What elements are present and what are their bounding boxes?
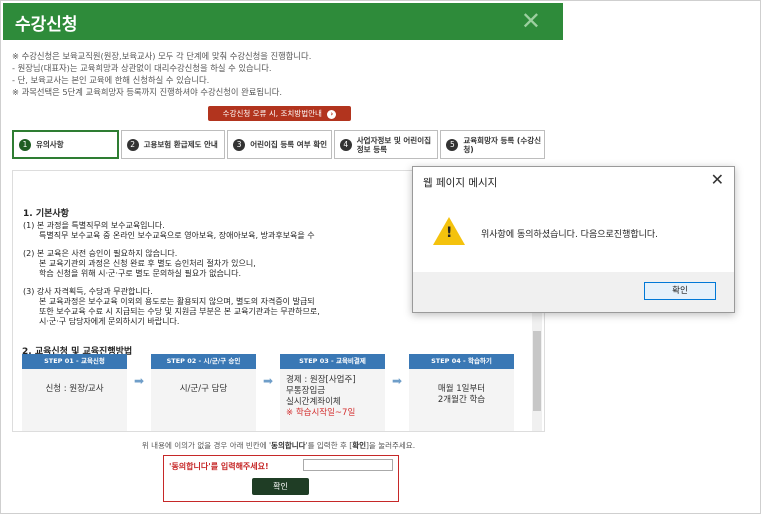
error-guide-button[interactable]: 수강신청 오류 시, 조치방법안내 › bbox=[208, 106, 351, 121]
note-line: - 원장님(대표자)는 교육희망과 상관없이 대리수강신청을 하실 수 있습니다… bbox=[12, 63, 272, 73]
message-dialog: 웹 페이지 메시지 ✕ ! 위사항에 동의하셨습니다. 다음으로진행합니다. 확… bbox=[412, 166, 735, 313]
step-desc: 시/군/구 담당 bbox=[179, 384, 228, 394]
tab-label: 교육희망자 등록 (수강신청) bbox=[463, 135, 542, 154]
dialog-title: 웹 페이지 메시지 bbox=[423, 177, 498, 189]
step-desc-line: 경제 : 원장[사업주] bbox=[286, 375, 356, 385]
basics-item: (2) 본 교육은 사전 승인이 필요하지 않습니다. bbox=[23, 249, 178, 258]
tab-step-1[interactable]: 1 유의사항 bbox=[12, 130, 119, 159]
tab-label: 유의사항 bbox=[36, 140, 64, 149]
step-title: STEP 02 - 시/군/구 승인 bbox=[151, 354, 256, 369]
close-icon[interactable]: ✕ bbox=[521, 7, 541, 35]
step-desc-line: 무통장입금 bbox=[286, 386, 326, 396]
step-desc: 신청 : 원장/교사 bbox=[45, 384, 104, 394]
tab-step-3[interactable]: 3 어린이집 등록 여부 확인 bbox=[227, 130, 332, 159]
agreement-instruction: 위 내용에 이의가 없을 경우 아래 빈칸에 '동의합니다'를 입력한 후 [확… bbox=[12, 440, 545, 451]
step-number: 2 bbox=[126, 138, 139, 151]
tab-step-4[interactable]: 4 사업자정보 및 어린이집 정보 등록 bbox=[333, 130, 439, 159]
notes: ※ 수강신청은 보육교직원(원장,보육교사) 모두 각 단계에 맞춰 수강신청을… bbox=[12, 50, 557, 98]
step-card: STEP 02 - 시/군/구 승인 시/군/구 담당 bbox=[151, 354, 256, 431]
instruction-text: ]을 눌러주세요. bbox=[366, 441, 416, 450]
step-desc-note: ※ 학습시작일~7일 bbox=[286, 408, 356, 418]
basics-item-detail: 학습 신청을 위해 시·군·구로 별도 문의하실 필요가 없습니다. bbox=[39, 269, 242, 278]
header-bar: 수강신청 ✕ bbox=[3, 3, 563, 40]
step-number: 5 bbox=[446, 138, 459, 151]
instruction-text: 위 내용에 이의가 없을 경우 아래 빈칸에 ' bbox=[141, 441, 272, 450]
agreement-box: '동의합니다'를 입력해주세요! 확인 bbox=[163, 455, 399, 502]
section-heading: 1. 기본사항 bbox=[23, 209, 69, 219]
basics-item: (3) 강사 자격획득, 수당과 무관합니다. bbox=[23, 287, 153, 296]
basics-item-detail: 본 교육과정은 보수교육 이외의 용도로는 활용되지 않으며, 별도의 자격증이… bbox=[39, 297, 315, 306]
error-guide-label: 수강신청 오류 시, 조치방법안내 bbox=[222, 109, 322, 118]
chevron-right-icon: › bbox=[327, 109, 337, 119]
step-number: 1 bbox=[19, 138, 31, 151]
step-title: STEP 04 - 학습하기 bbox=[409, 354, 514, 369]
basics-item-detail: 시·군·구 담당자에게 문의하시기 바랍니다. bbox=[39, 317, 180, 326]
tab-label: 어린이집 등록 여부 확인 bbox=[250, 140, 328, 149]
step-number: 3 bbox=[233, 138, 246, 151]
basics-item-detail: 본 교육기관의 과정은 신청 완료 후 별도 승인처리 절차가 있으니, bbox=[39, 259, 256, 268]
step-card: STEP 03 - 교육비결제 경제 : 원장[사업주] 무통장입금 실시간계좌… bbox=[280, 354, 385, 431]
instruction-strong: 동의합니다 bbox=[271, 441, 306, 450]
step-number: 4 bbox=[339, 138, 352, 151]
tab-label: 사업자정보 및 어린이집 정보 등록 bbox=[356, 135, 432, 154]
arrow-right-icon: ➡ bbox=[134, 374, 145, 388]
scrollbar-thumb[interactable] bbox=[533, 331, 541, 411]
agreement-label: '동의합니다'를 입력해주세요! bbox=[169, 462, 269, 471]
content-scrollbar[interactable] bbox=[532, 311, 542, 431]
basics-section: 1. 기본사항 (1) 본 과정을 특별직무의 보수교육입니다. 특별직무 보수… bbox=[23, 209, 423, 327]
basics-item: (1) 본 과정을 특별직무의 보수교육입니다. bbox=[23, 221, 165, 230]
step-desc-line: 매월 1일부터 bbox=[437, 384, 486, 394]
tab-step-2[interactable]: 2 고용보험 환급제도 안내 bbox=[120, 130, 226, 159]
step-desc-line: 실시간계좌이체 bbox=[286, 397, 341, 407]
step-card: STEP 04 - 학습하기 매월 1일부터 2개월간 학습 bbox=[409, 354, 514, 431]
page-title: 수강신청 bbox=[15, 15, 78, 35]
ok-button[interactable]: 확인 bbox=[644, 282, 716, 300]
step-title: STEP 01 - 교육신청 bbox=[22, 354, 127, 369]
step-desc: 경제 : 원장[사업주] 무통장입금 실시간계좌이체 ※ 학습시작일~7일 bbox=[280, 369, 385, 419]
step-card: STEP 01 - 교육신청 신청 : 원장/교사 bbox=[22, 354, 127, 431]
confirm-button[interactable]: 확인 bbox=[252, 478, 309, 495]
step-desc: 매월 1일부터 2개월간 학습 bbox=[409, 369, 514, 406]
basics-item-detail: 특별직무 보수교육 중 온라인 보수교육으로 영아보육, 장애아보육, 방과후보… bbox=[39, 231, 315, 240]
note-line: - 단, 보육교사는 본인 교육에 한해 신청하실 수 있습니다. bbox=[12, 75, 210, 85]
arrow-right-icon: ➡ bbox=[263, 374, 274, 388]
close-icon[interactable]: ✕ bbox=[711, 170, 724, 189]
tab-label: 고용보험 환급제도 안내 bbox=[143, 140, 218, 149]
instruction-text: '를 입력한 후 [ bbox=[305, 441, 353, 450]
warning-icon: ! bbox=[433, 217, 465, 245]
dialog-message: 위사항에 동의하셨습니다. 다음으로진행합니다. bbox=[481, 230, 659, 240]
dialog-footer: 확인 bbox=[413, 272, 734, 312]
step-desc-line: 2개월간 학습 bbox=[437, 395, 486, 405]
dialog-body: ! 위사항에 동의하셨습니다. 다음으로진행합니다. bbox=[413, 199, 734, 271]
arrow-right-icon: ➡ bbox=[392, 374, 403, 388]
step-title: STEP 03 - 교육비결제 bbox=[280, 354, 385, 369]
step-tabs: 1 유의사항 2 고용보험 환급제도 안내 3 어린이집 등록 여부 확인 4 … bbox=[12, 130, 545, 159]
note-line: ※ 과목선택은 5단계 교육희망자 등록까지 진행하셔야 수강신청이 완료됩니다… bbox=[12, 87, 282, 97]
agreement-input[interactable] bbox=[303, 459, 393, 471]
tab-step-5[interactable]: 5 교육희망자 등록 (수강신청) bbox=[440, 130, 545, 159]
instruction-strong: 확인 bbox=[352, 441, 366, 450]
basics-item-detail: 또한 보수교육 수료 시 지급되는 수당 및 지원금 부분은 본 교육기관과는 … bbox=[39, 307, 320, 316]
note-line: ※ 수강신청은 보육교직원(원장,보육교사) 모두 각 단계에 맞춰 수강신청을… bbox=[12, 51, 312, 61]
